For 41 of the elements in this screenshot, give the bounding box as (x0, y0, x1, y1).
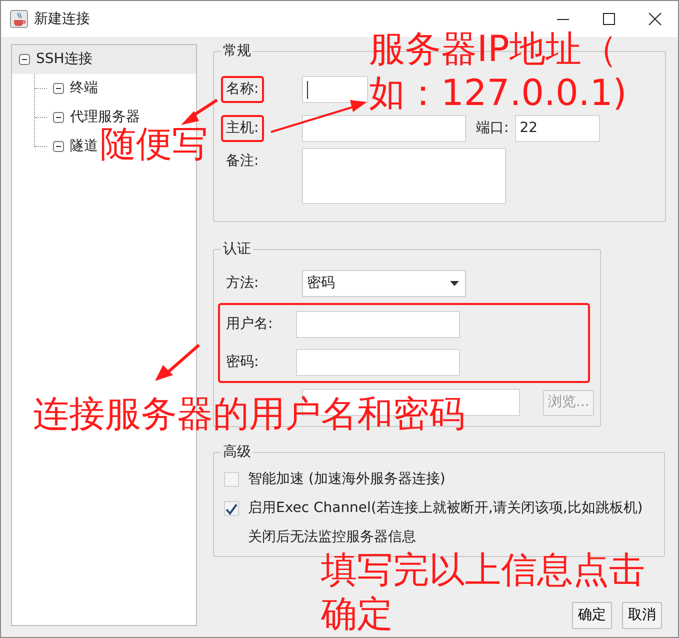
field-label: 端口: (476, 119, 509, 138)
annotation-text: 服务器IP地址（如：127.0.0.1) (369, 28, 628, 116)
app-icon (10, 10, 28, 28)
collapse-icon[interactable] (53, 141, 64, 152)
collapse-icon[interactable] (53, 83, 64, 94)
field-label: 备注: (225, 152, 260, 171)
arrow (181, 98, 218, 125)
field-label: 名称: (221, 76, 264, 103)
tree-item[interactable]: 终端 (70, 78, 98, 99)
field-label: 主机: (221, 115, 264, 142)
input-field[interactable] (296, 310, 460, 338)
browse-button: 浏览... (543, 390, 594, 416)
input-field[interactable] (302, 76, 368, 103)
input-field[interactable] (302, 115, 466, 142)
cancel-button[interactable]: 取消 (622, 602, 662, 629)
group-title: 认证 (222, 240, 252, 258)
group-title: 常规 (222, 42, 252, 60)
tree-item[interactable]: 隧道 (70, 136, 98, 157)
arrow (155, 344, 200, 381)
collapse-icon[interactable] (19, 54, 30, 65)
tree-item[interactable]: SSH连接 (12, 45, 196, 74)
field-label: 用户名: (225, 314, 274, 334)
checkbox[interactable] (224, 501, 239, 516)
annotation-text: 填写完以上信息点击 (321, 549, 645, 593)
window-title: 新建连接 (34, 10, 90, 28)
field-label: 密码: (225, 352, 260, 372)
checkbox-label: 启用Exec Channel(若连接上就被断开,请关闭该项,比如跳板机) (248, 499, 643, 518)
annotation-text: 确定 (321, 593, 393, 637)
input-field[interactable]: 22 (514, 115, 600, 142)
group-title: 高级 (222, 443, 252, 461)
checkbox[interactable] (224, 472, 239, 487)
field-label: 方法: (225, 274, 260, 293)
checkbox-label: 智能加速 (加速海外服务器连接) (248, 470, 446, 489)
hint-text: 关闭后无法监控服务器信息 (247, 528, 416, 547)
input-field[interactable] (296, 348, 460, 376)
collapse-icon[interactable] (53, 112, 64, 123)
ok-button[interactable]: 确定 (572, 602, 612, 629)
annotation-text: 连接服务器的用户名和密码 (33, 393, 465, 437)
tree-item-label: SSH连接 (36, 50, 92, 69)
dropdown-caret-icon (450, 281, 459, 286)
dropdown[interactable]: 密码 (302, 270, 466, 297)
